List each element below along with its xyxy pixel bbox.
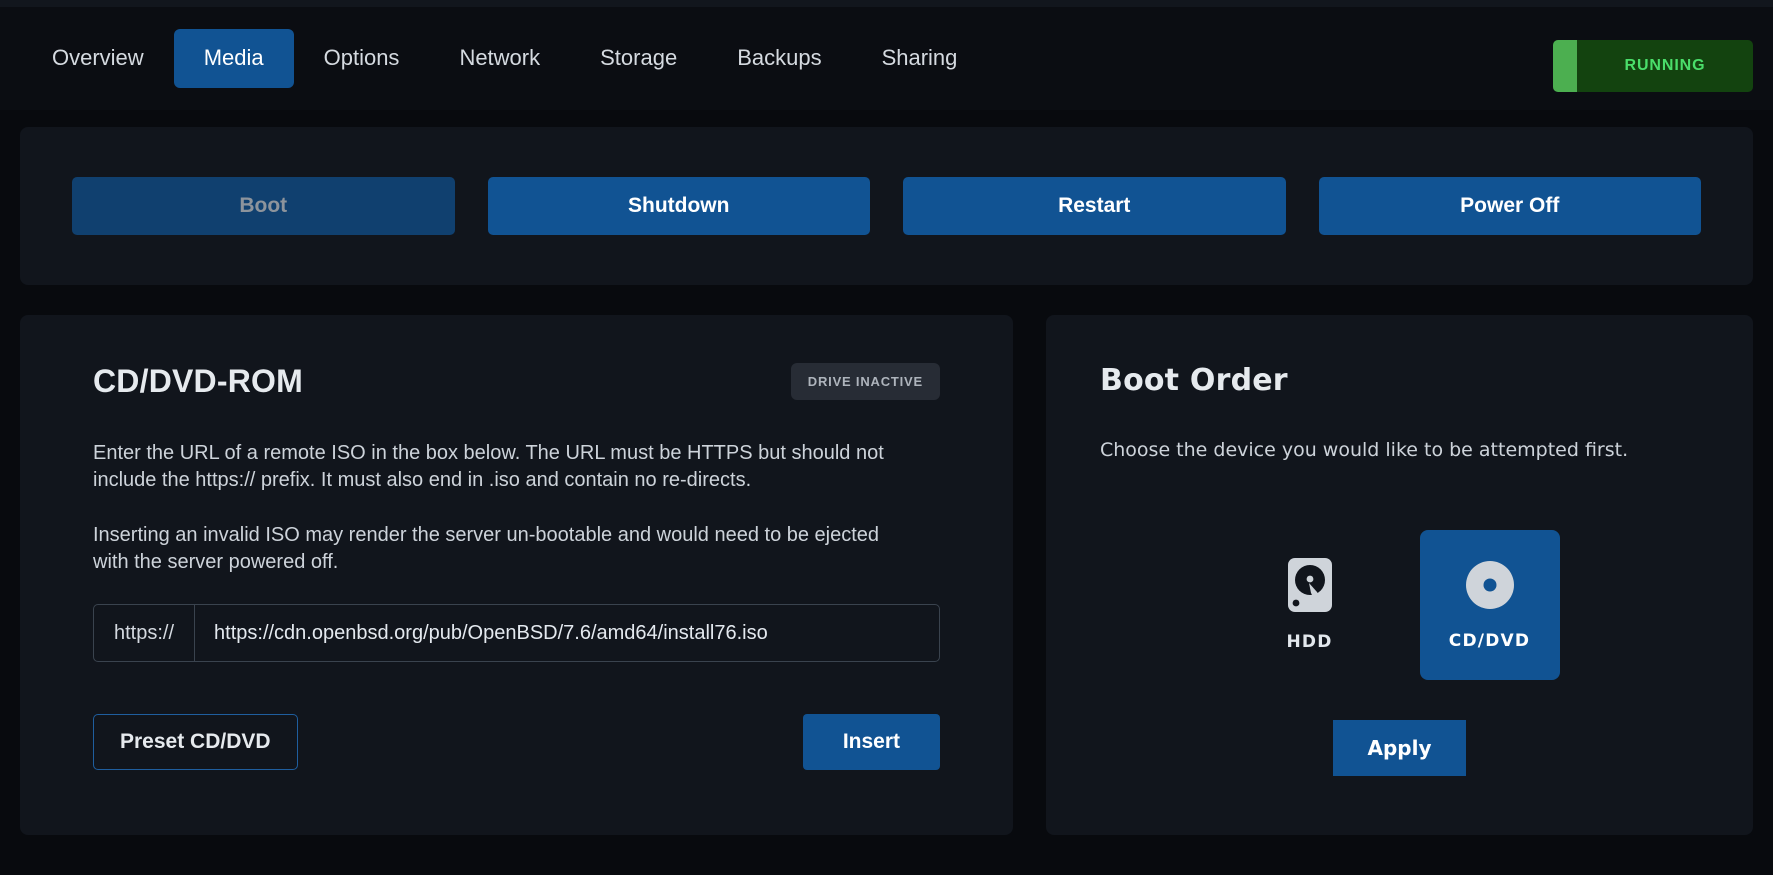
status-badge-label: RUNNING	[1624, 57, 1706, 74]
tab-network[interactable]: Network	[429, 29, 570, 87]
restart-button[interactable]: Restart	[903, 177, 1286, 235]
cdrom-paragraph-1: Enter the URL of a remote ISO in the box…	[93, 442, 884, 491]
tab-options[interactable]: Options	[294, 29, 430, 87]
boot-button[interactable]: Boot	[72, 177, 455, 235]
drive-status-badge: DRIVE INACTIVE	[790, 363, 940, 400]
boot-device-hdd-label: HDD	[1286, 632, 1333, 653]
top-strip	[0, 0, 1773, 7]
status-accent-bar	[1553, 40, 1577, 92]
tab-media[interactable]: Media	[173, 29, 294, 88]
boot-order-card-header: Boot Order	[1100, 363, 1699, 398]
cdrom-actions: Preset CD/DVD Insert	[93, 714, 940, 770]
url-prefix-label: https://	[94, 605, 196, 661]
insert-button[interactable]: Insert	[802, 714, 940, 770]
boot-order-description: Choose the device you would like to be a…	[1100, 439, 1629, 461]
iso-url-field-group: https://	[93, 604, 940, 662]
cdrom-paragraph-2: Inserting an invalid ISO may render the …	[93, 524, 880, 573]
boot-device-cddvd[interactable]: CD/DVD	[1419, 529, 1560, 680]
cdrom-card-header: CD/DVD-ROM DRIVE INACTIVE	[93, 363, 940, 400]
tab-network-label: Network	[459, 45, 541, 71]
compact-disc-icon	[1463, 558, 1517, 617]
cards-row: CD/DVD-ROM DRIVE INACTIVE Enter the URL …	[20, 315, 1753, 835]
tab-sharing[interactable]: Sharing	[852, 29, 988, 87]
tab-backups[interactable]: Backups	[707, 29, 851, 87]
main-navbar: Overview Media Options Network Storage B…	[0, 7, 1773, 110]
iso-url-input[interactable]	[195, 605, 939, 661]
tab-backups-label: Backups	[737, 45, 822, 71]
power-off-button[interactable]: Power Off	[1318, 177, 1701, 235]
tab-media-label: Media	[203, 45, 264, 71]
preset-cd-dvd-button[interactable]: Preset CD/DVD	[93, 714, 298, 770]
tab-sharing-label: Sharing	[881, 45, 958, 71]
tab-storage-label: Storage	[600, 45, 678, 71]
boot-order-title: Boot Order	[1100, 363, 1288, 398]
status-badge: RUNNING	[1553, 40, 1753, 92]
tab-overview-label: Overview	[52, 45, 144, 71]
boot-order-actions: Apply	[1100, 719, 1699, 776]
boot-device-selector: HDD CD/DVD	[1100, 529, 1699, 680]
shutdown-button[interactable]: Shutdown	[487, 177, 870, 235]
boot-order-card: Boot Order Choose the device you would l…	[1046, 315, 1753, 835]
boot-device-hdd[interactable]: HDD	[1240, 530, 1380, 680]
nav-tabs: Overview Media Options Network Storage B…	[22, 29, 988, 88]
tab-options-label: Options	[323, 45, 400, 71]
tab-storage[interactable]: Storage	[570, 29, 707, 87]
boot-device-cddvd-label: CD/DVD	[1448, 631, 1531, 652]
apply-button[interactable]: Apply	[1333, 719, 1466, 776]
cdrom-card: CD/DVD-ROM DRIVE INACTIVE Enter the URL …	[20, 315, 1013, 835]
cdrom-title: CD/DVD-ROM	[93, 363, 303, 399]
hard-disk-icon	[1287, 557, 1333, 618]
power-controls-panel: Boot Shutdown Restart Power Off	[20, 127, 1753, 285]
tab-overview[interactable]: Overview	[22, 29, 174, 87]
